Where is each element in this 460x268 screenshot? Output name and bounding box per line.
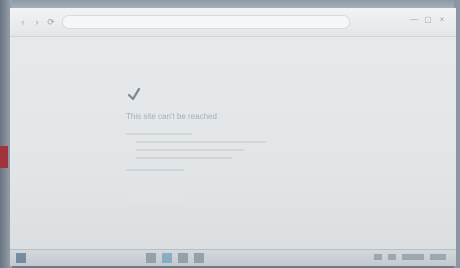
window-controls: — ▢ × <box>410 16 446 24</box>
page-title: This site can't be reached <box>126 112 217 121</box>
text-line <box>136 157 232 159</box>
browser-toolbar: ‹ › ⟳ — ▢ × <box>10 8 456 37</box>
maximize-button[interactable]: ▢ <box>424 16 432 24</box>
volume-icon[interactable] <box>388 254 396 260</box>
browser-icon[interactable] <box>162 253 172 263</box>
text-line <box>126 169 184 171</box>
notification-icon[interactable] <box>430 254 446 260</box>
text-line <box>136 141 266 143</box>
forward-icon[interactable]: › <box>32 17 42 27</box>
explorer-icon[interactable] <box>178 253 188 263</box>
close-button[interactable]: × <box>438 16 446 24</box>
error-code-area <box>126 185 186 205</box>
screen: ‹ › ⟳ — ▢ × This site can't be reached <box>10 8 456 266</box>
start-icon[interactable] <box>16 253 26 263</box>
text-line <box>126 133 192 135</box>
minimize-button[interactable]: — <box>410 16 418 24</box>
taskbar <box>10 249 456 266</box>
background-object <box>0 146 8 168</box>
reload-icon[interactable]: ⟳ <box>46 17 56 27</box>
network-icon[interactable] <box>374 254 382 260</box>
taskbar-apps <box>146 253 204 263</box>
back-icon[interactable]: ‹ <box>18 17 28 27</box>
error-page-content: This site can't be reached <box>126 86 346 205</box>
text-line <box>136 149 244 151</box>
system-tray <box>374 254 446 260</box>
store-icon[interactable] <box>194 253 204 263</box>
address-bar[interactable] <box>62 15 350 29</box>
task-view-icon[interactable] <box>146 253 156 263</box>
clock[interactable] <box>402 254 424 260</box>
warning-checkmark-icon <box>127 87 141 101</box>
